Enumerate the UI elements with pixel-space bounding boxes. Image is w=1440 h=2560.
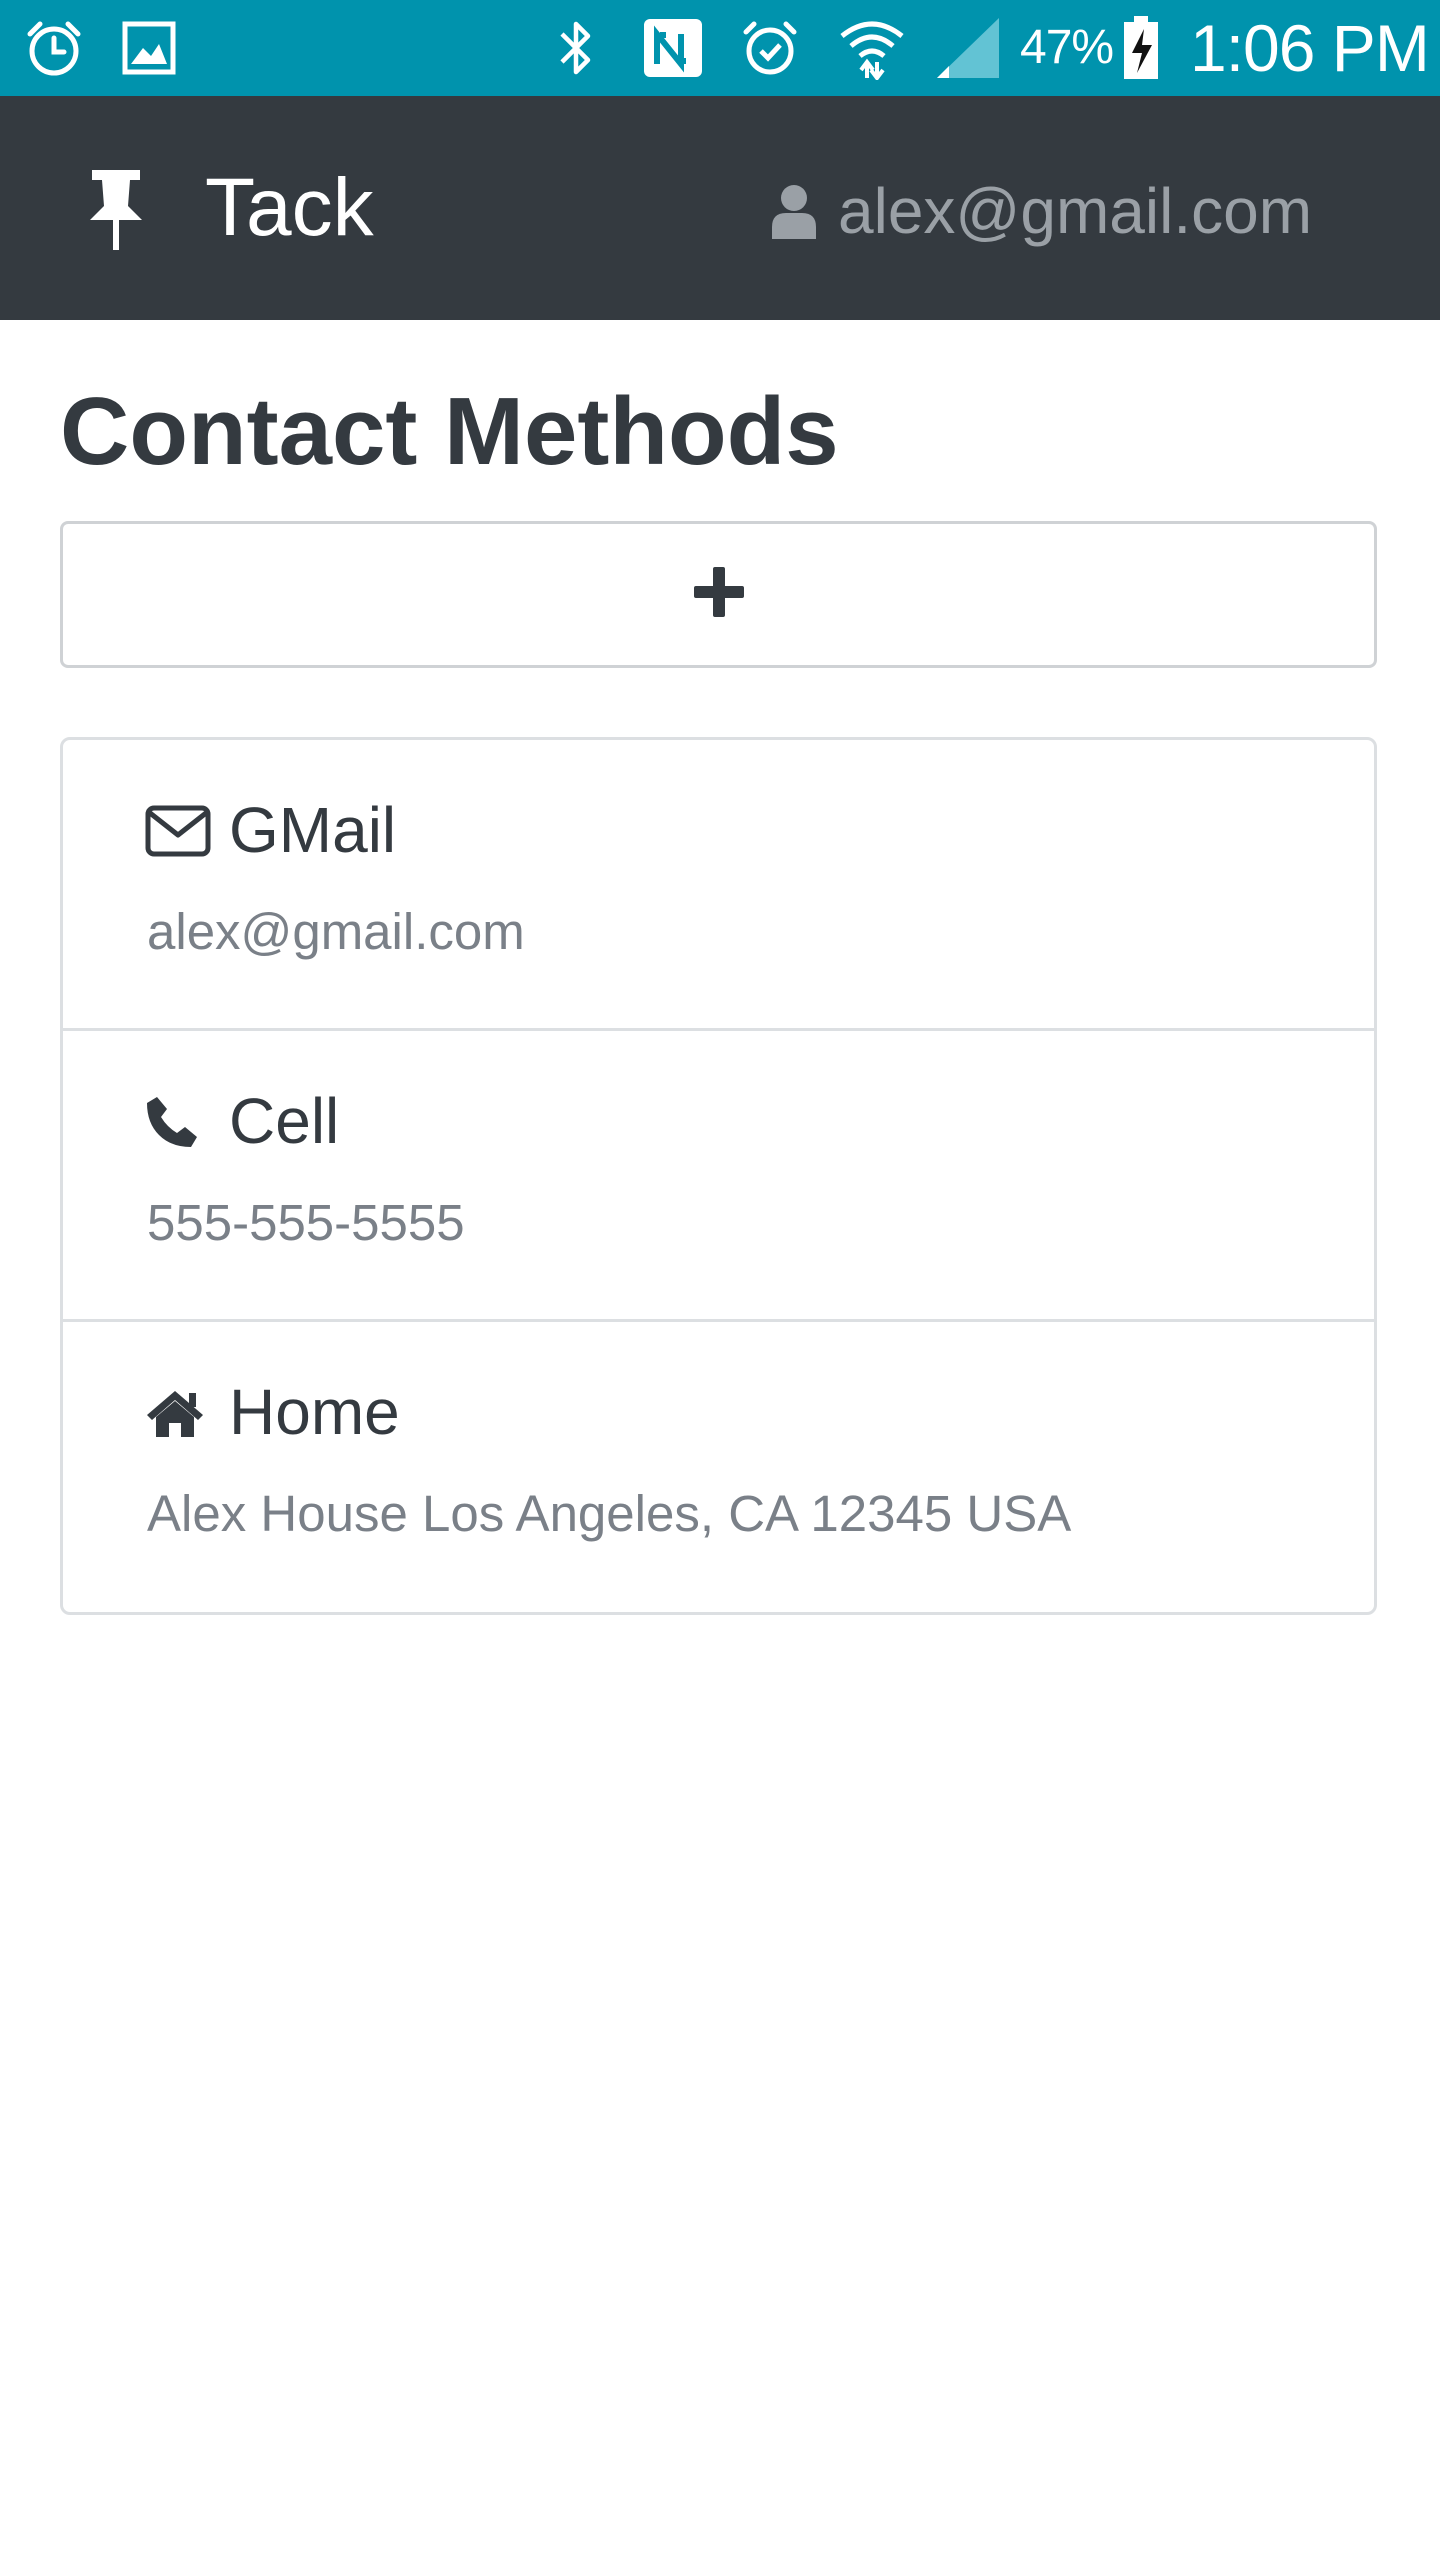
thumbtack-icon — [84, 168, 148, 252]
envelope-icon — [145, 798, 211, 864]
add-contact-method-button[interactable] — [60, 521, 1377, 668]
alarm-icon — [20, 14, 88, 82]
contact-name: Cell — [229, 1085, 340, 1157]
nfc-icon — [638, 14, 708, 82]
list-item-cell[interactable]: Cell 555-555-5555 — [63, 1031, 1374, 1322]
contact-name: GMail — [229, 794, 397, 866]
list-item-gmail[interactable]: GMail alex@gmail.com — [63, 740, 1374, 1031]
battery-charging-icon — [1120, 14, 1162, 82]
battery-percent: 47% — [1020, 21, 1114, 74]
user-account-link[interactable]: alex@gmail.com — [770, 166, 1312, 256]
contact-value: 555-555-5555 — [147, 1194, 465, 1251]
user-email: alex@gmail.com — [838, 175, 1312, 247]
alarm-clock-icon — [736, 14, 804, 82]
bluetooth-icon — [548, 14, 604, 82]
plus-icon — [692, 565, 746, 624]
status-bar: 47% 1:06 PM — [0, 0, 1440, 96]
contact-name: Home — [229, 1376, 400, 1448]
home-icon — [145, 1380, 211, 1446]
contact-value: alex@gmail.com — [147, 903, 525, 960]
brand-name[interactable]: Tack — [205, 158, 374, 258]
signal-icon — [930, 14, 1006, 82]
contact-value: Alex House Los Angeles, CA 12345 USA — [147, 1485, 1072, 1542]
contact-methods-list: GMail alex@gmail.com Cell 555-555-5555 H… — [60, 737, 1377, 1615]
navbar: Tack alex@gmail.com — [0, 96, 1440, 320]
wifi-icon — [834, 14, 910, 82]
list-item-home[interactable]: Home Alex House Los Angeles, CA 12345 US… — [63, 1322, 1374, 1612]
phone-icon — [145, 1089, 211, 1155]
user-icon — [770, 183, 818, 239]
page-title: Contact Methods — [60, 378, 839, 485]
gallery-icon — [118, 14, 180, 82]
clock: 1:06 PM — [1190, 11, 1430, 85]
